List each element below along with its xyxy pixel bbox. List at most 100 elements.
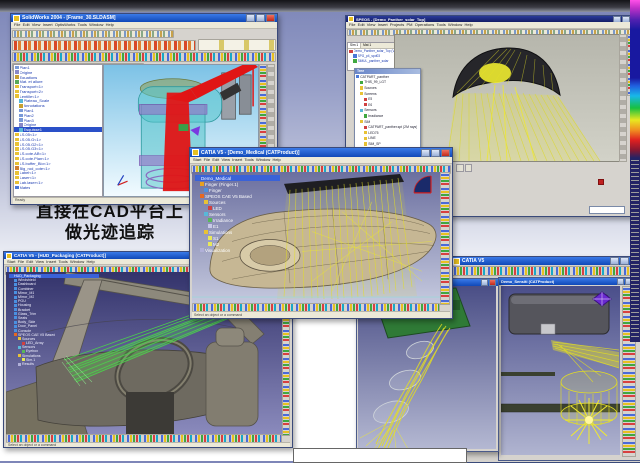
solidworks-menubar[interactable]: File Edit View Insert OptisWorks Tools W… bbox=[11, 22, 277, 29]
tree-item-icon bbox=[200, 194, 204, 198]
tree-item[interactable]: Visualization bbox=[195, 247, 280, 253]
tree-item-label: Irradiance bbox=[368, 114, 383, 118]
minimize-button[interactable] bbox=[617, 278, 624, 285]
slide-top-band bbox=[0, 0, 632, 12]
tree-item-label: LINE bbox=[368, 136, 376, 140]
catia-medical-titlebar[interactable]: CATIA V5 - [Demo_Medical (CATProduct)] bbox=[190, 148, 452, 157]
maximize-button[interactable] bbox=[620, 257, 629, 265]
coordinate-input[interactable] bbox=[589, 206, 625, 214]
tree-item-icon bbox=[15, 152, 19, 156]
minimize-button[interactable] bbox=[610, 257, 619, 265]
tree-item[interactable]: SIMUL_panther_solar bbox=[348, 59, 400, 64]
tree-item-label: Demo_Panther_solar_Top (VB) bbox=[354, 49, 398, 53]
medical-right-toolstrip[interactable] bbox=[440, 172, 450, 305]
minimize-button[interactable] bbox=[481, 279, 488, 286]
close-button[interactable] bbox=[441, 149, 450, 157]
tab-sim[interactable]: Sim 1 bbox=[348, 43, 361, 48]
close-button[interactable] bbox=[489, 279, 496, 286]
tree-item-icon bbox=[14, 321, 17, 324]
minimize-button[interactable] bbox=[613, 16, 621, 22]
tree-item-icon bbox=[14, 291, 17, 294]
speos-side-panel[interactable]: Sim 1 Mat 1 Demo_Panther_solar_Top (VB)S… bbox=[347, 42, 401, 71]
tree-item-icon bbox=[19, 114, 23, 118]
sensor-raytrace-rendering bbox=[501, 286, 620, 455]
speos-viewport[interactable] bbox=[394, 34, 621, 162]
minimize-button[interactable] bbox=[421, 149, 430, 157]
tree-item-label: M2 bbox=[213, 242, 219, 247]
tree-item-label: Irradiance bbox=[213, 218, 233, 223]
maximize-button[interactable] bbox=[622, 16, 630, 22]
catia-app-icon bbox=[453, 258, 460, 265]
palette-tree[interactable]: CATPART_pantherTHIS_99_LGTSourcesScreens… bbox=[355, 74, 420, 147]
tree-item-label: E1 bbox=[213, 224, 219, 229]
tree-item-icon bbox=[360, 120, 363, 123]
tree-item-icon bbox=[15, 66, 19, 70]
assembly-button-group[interactable] bbox=[198, 39, 276, 51]
tree-item-icon bbox=[14, 287, 17, 290]
catia-app-icon bbox=[6, 253, 12, 259]
sensor-document-window[interactable]: Demo_Sensiti (CATProduct) bbox=[498, 277, 640, 461]
tree-item-label: SPG_p4_spd03 bbox=[358, 54, 381, 58]
tree-item-label: THIS_99_LGT bbox=[364, 80, 386, 84]
tree-item-label: SPEOS CAE V5 Based bbox=[205, 194, 252, 199]
tree-item-label: Results bbox=[22, 362, 34, 366]
hud-spec-tree[interactable]: HUD_PackagingWindshieldDashboardCombiner… bbox=[9, 274, 99, 366]
tree-item[interactable]: Mates bbox=[14, 185, 102, 190]
catia-sensor-toolbar[interactable] bbox=[452, 266, 640, 276]
speos-title: SPEOS - [Demo_Panther_solar_Top] bbox=[356, 17, 425, 22]
viewport-scrollbar[interactable] bbox=[619, 34, 627, 162]
solidworks-app-icon bbox=[13, 15, 20, 22]
solidworks-titlebar[interactable]: SolidWorks 2004 - [Frame_30.SLDASM] bbox=[11, 14, 277, 22]
colorbar-legend-text-lines bbox=[631, 160, 639, 338]
sensor-doc-titlebar[interactable]: Demo_Sensiti (CATProduct) bbox=[499, 278, 640, 285]
tree-item-icon bbox=[15, 162, 19, 166]
catia-medical-title: CATIA V5 - [Demo_Medical (CATProduct)] bbox=[201, 150, 300, 156]
visor-raytrace-rendering bbox=[395, 35, 620, 161]
tree-item-icon bbox=[364, 114, 367, 117]
tree-item-icon bbox=[204, 200, 208, 204]
catia-medical-window[interactable]: CATIA V5 - [Demo_Medical (CATProduct)] S… bbox=[189, 147, 453, 319]
sensor-viewport[interactable] bbox=[501, 286, 620, 455]
speos-menubar[interactable]: File Edit View Insert Projects PM Operat… bbox=[346, 22, 640, 29]
tree-item-icon bbox=[15, 171, 19, 175]
tree-item-icon bbox=[15, 94, 19, 98]
tree-item[interactable]: SIM_SP bbox=[355, 141, 420, 147]
tree-item-icon bbox=[18, 363, 21, 366]
slide-canvas: { "slide": { "caption1": "直接在CAD平台上", "c… bbox=[0, 0, 640, 461]
speos-project-tree[interactable]: Demo_Panther_solar_Top (VB)SPG_p4_spd03S… bbox=[348, 49, 400, 63]
tree-item-label: LED bbox=[213, 206, 222, 211]
tree-item-icon bbox=[208, 224, 212, 228]
catia-medical-viewport[interactable]: Demo_MedicalFinger (Finger.1)FingerSPEOS… bbox=[192, 172, 442, 305]
close-button[interactable] bbox=[266, 14, 275, 22]
optisworks-toolbar[interactable] bbox=[12, 40, 196, 51]
tree-item-icon bbox=[15, 157, 19, 161]
speos-tree-palette[interactable]: Tree CATPART_pantherTHIS_99_LGTSourcesSc… bbox=[354, 68, 421, 151]
tree-item-icon bbox=[360, 81, 363, 84]
marker-dot bbox=[598, 179, 604, 185]
maximize-button[interactable] bbox=[431, 149, 440, 157]
catia-medical-menubar[interactable]: Start File Edit View Insert Tools Window… bbox=[190, 157, 452, 164]
tree-item-icon bbox=[200, 248, 204, 252]
medical-spec-tree[interactable]: Demo_MedicalFinger (Finger.1)FingerSPEOS… bbox=[195, 175, 280, 253]
minimize-button[interactable] bbox=[246, 14, 255, 22]
catia-app-icon bbox=[192, 149, 199, 156]
tree-item[interactable]: Results bbox=[9, 362, 99, 366]
tree-item-icon bbox=[196, 176, 200, 180]
tree-item[interactable]: Demo_Panther_solar_Top (VB) bbox=[348, 49, 400, 54]
maximize-button[interactable] bbox=[256, 14, 265, 22]
feature-tree-panel[interactable]: Plan1OrigineEquationsMat. et allureTrans… bbox=[13, 64, 103, 197]
tree-item-icon bbox=[353, 54, 357, 58]
tree-item-icon bbox=[360, 92, 363, 95]
tree-item-label: Mates bbox=[20, 185, 31, 190]
colorbar-legend-strip bbox=[630, 0, 640, 342]
tree-item-label: SIMUL_panther_solar bbox=[358, 59, 389, 63]
view-nav-buttons[interactable] bbox=[456, 164, 472, 170]
catia-sensor-titlebar[interactable]: CATIA V5 bbox=[451, 257, 640, 265]
tree-item-icon bbox=[15, 166, 19, 170]
solidworks-toolbar-view[interactable] bbox=[12, 52, 276, 62]
tree-item-icon bbox=[15, 80, 19, 84]
solidworks-toolbar-standard[interactable] bbox=[12, 30, 174, 38]
tree-item-icon bbox=[364, 103, 367, 106]
tab-mat[interactable]: Mat 1 bbox=[361, 43, 373, 48]
tree-item-icon bbox=[360, 86, 363, 89]
